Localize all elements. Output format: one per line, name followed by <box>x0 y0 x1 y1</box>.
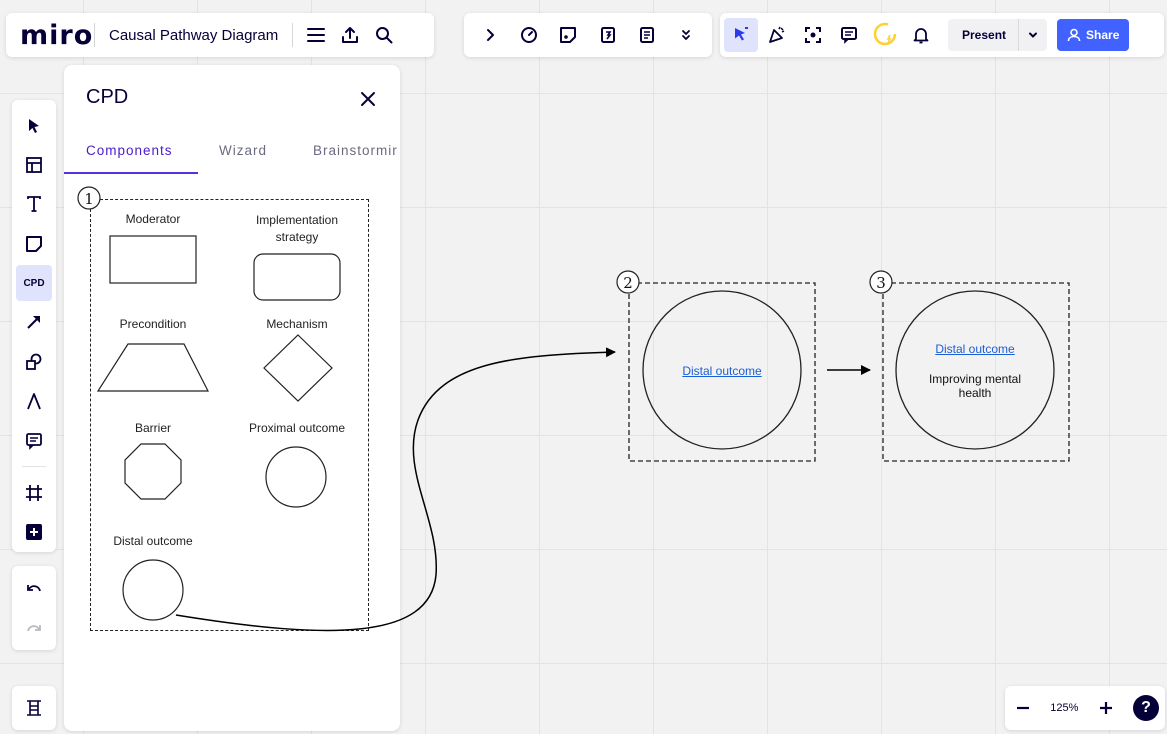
voting-icon[interactable] <box>591 18 625 52</box>
help-button[interactable]: ? <box>1132 695 1159 721</box>
toolbar-divider <box>22 466 46 468</box>
board-header: miro Causal Pathway Diagram <box>6 13 434 57</box>
distal-outcome-label: Distal outcome <box>113 534 193 548</box>
add-apps-icon[interactable] <box>16 515 52 550</box>
redo-icon[interactable] <box>16 612 52 648</box>
barrier-shape[interactable] <box>124 443 182 500</box>
menu-icon[interactable] <box>299 18 333 52</box>
select-tool-icon[interactable] <box>16 108 52 143</box>
chevron-down-icon[interactable] <box>1019 19 1047 51</box>
zoom-in-icon[interactable] <box>1098 700 1114 716</box>
distal-outcome-link[interactable]: Distal outcome <box>662 364 782 378</box>
celebrate-icon[interactable] <box>760 18 794 52</box>
precondition-shape[interactable] <box>96 343 209 392</box>
comment-icon[interactable] <box>16 423 52 458</box>
miro-logo[interactable]: miro <box>6 20 94 51</box>
moderator-shape[interactable] <box>109 235 197 284</box>
share-button[interactable]: Share <box>1057 19 1130 51</box>
component-shapes: 1 <box>77 186 341 621</box>
implementation-strategy-shape[interactable] <box>253 253 341 301</box>
node-description: Improving mental health <box>928 372 1022 400</box>
mechanism-label: Mechanism <box>266 317 328 331</box>
distal-outcome-link-2[interactable]: Distal outcome <box>915 342 1035 356</box>
user-avatar-icon[interactable] <box>868 18 902 52</box>
undo-redo-bar <box>12 566 56 650</box>
proximal-outcome-shape[interactable] <box>265 446 327 508</box>
text-tool-icon[interactable] <box>16 187 52 222</box>
mechanism-shape[interactable] <box>263 334 333 402</box>
frame-number-2-badge: 2 <box>616 270 640 294</box>
timer-icon[interactable] <box>512 18 546 52</box>
board-title[interactable]: Causal Pathway Diagram <box>95 27 292 44</box>
present-button[interactable]: Present <box>948 19 1048 51</box>
card-icon[interactable] <box>551 18 585 52</box>
frame-number-3-badge: 3 <box>869 270 893 294</box>
precondition-label: Precondition <box>119 317 187 331</box>
pen-icon[interactable] <box>16 384 52 419</box>
frame-icon[interactable] <box>16 475 52 510</box>
sticky-note-icon[interactable] <box>16 226 52 261</box>
export-icon[interactable] <box>333 18 367 52</box>
cpd-panel: CPD Components Wizard Brainstormir 1 Mod… <box>64 65 400 731</box>
focus-icon[interactable] <box>796 18 830 52</box>
zoom-out-icon[interactable] <box>1015 700 1031 716</box>
chevron-right-icon[interactable] <box>473 18 507 52</box>
svg-text:2: 2 <box>623 274 633 292</box>
zoom-controls: 125% ? <box>1005 686 1165 730</box>
top-tools-bar <box>464 13 712 57</box>
undo-icon[interactable] <box>16 572 52 608</box>
cpd-tool-button[interactable]: CPD <box>16 265 52 301</box>
templates-icon[interactable] <box>16 147 52 182</box>
connector-arrow-icon[interactable] <box>16 305 52 340</box>
distal-outcome-node-improving[interactable] <box>895 290 1055 450</box>
shapes-icon[interactable] <box>16 344 52 379</box>
divider <box>292 23 294 47</box>
moderator-label: Moderator <box>125 212 181 226</box>
implementation-strategy-label: Implementation strategy <box>255 213 339 244</box>
zoom-level[interactable]: 125% <box>1050 702 1078 714</box>
search-icon[interactable] <box>367 18 401 52</box>
svg-text:3: 3 <box>876 274 886 292</box>
cursor-select-icon[interactable] <box>724 18 758 52</box>
collaboration-bar: Present Share <box>720 13 1164 57</box>
notes-icon[interactable] <box>630 18 664 52</box>
proximal-outcome-label: Proximal outcome <box>248 421 346 435</box>
svg-text:1: 1 <box>84 190 94 208</box>
left-toolbar: CPD <box>12 100 56 552</box>
user-icon <box>1067 28 1081 42</box>
bell-icon[interactable] <box>904 18 938 52</box>
frames-list-icon[interactable] <box>12 686 56 730</box>
frame-number-1-badge: 1 <box>77 186 101 210</box>
distal-outcome-shape[interactable] <box>122 559 184 621</box>
present-label: Present <box>948 19 1020 51</box>
barrier-label: Barrier <box>134 421 171 435</box>
double-chevron-down-icon[interactable] <box>669 18 703 52</box>
share-label: Share <box>1086 28 1120 42</box>
comments-icon[interactable] <box>832 18 866 52</box>
